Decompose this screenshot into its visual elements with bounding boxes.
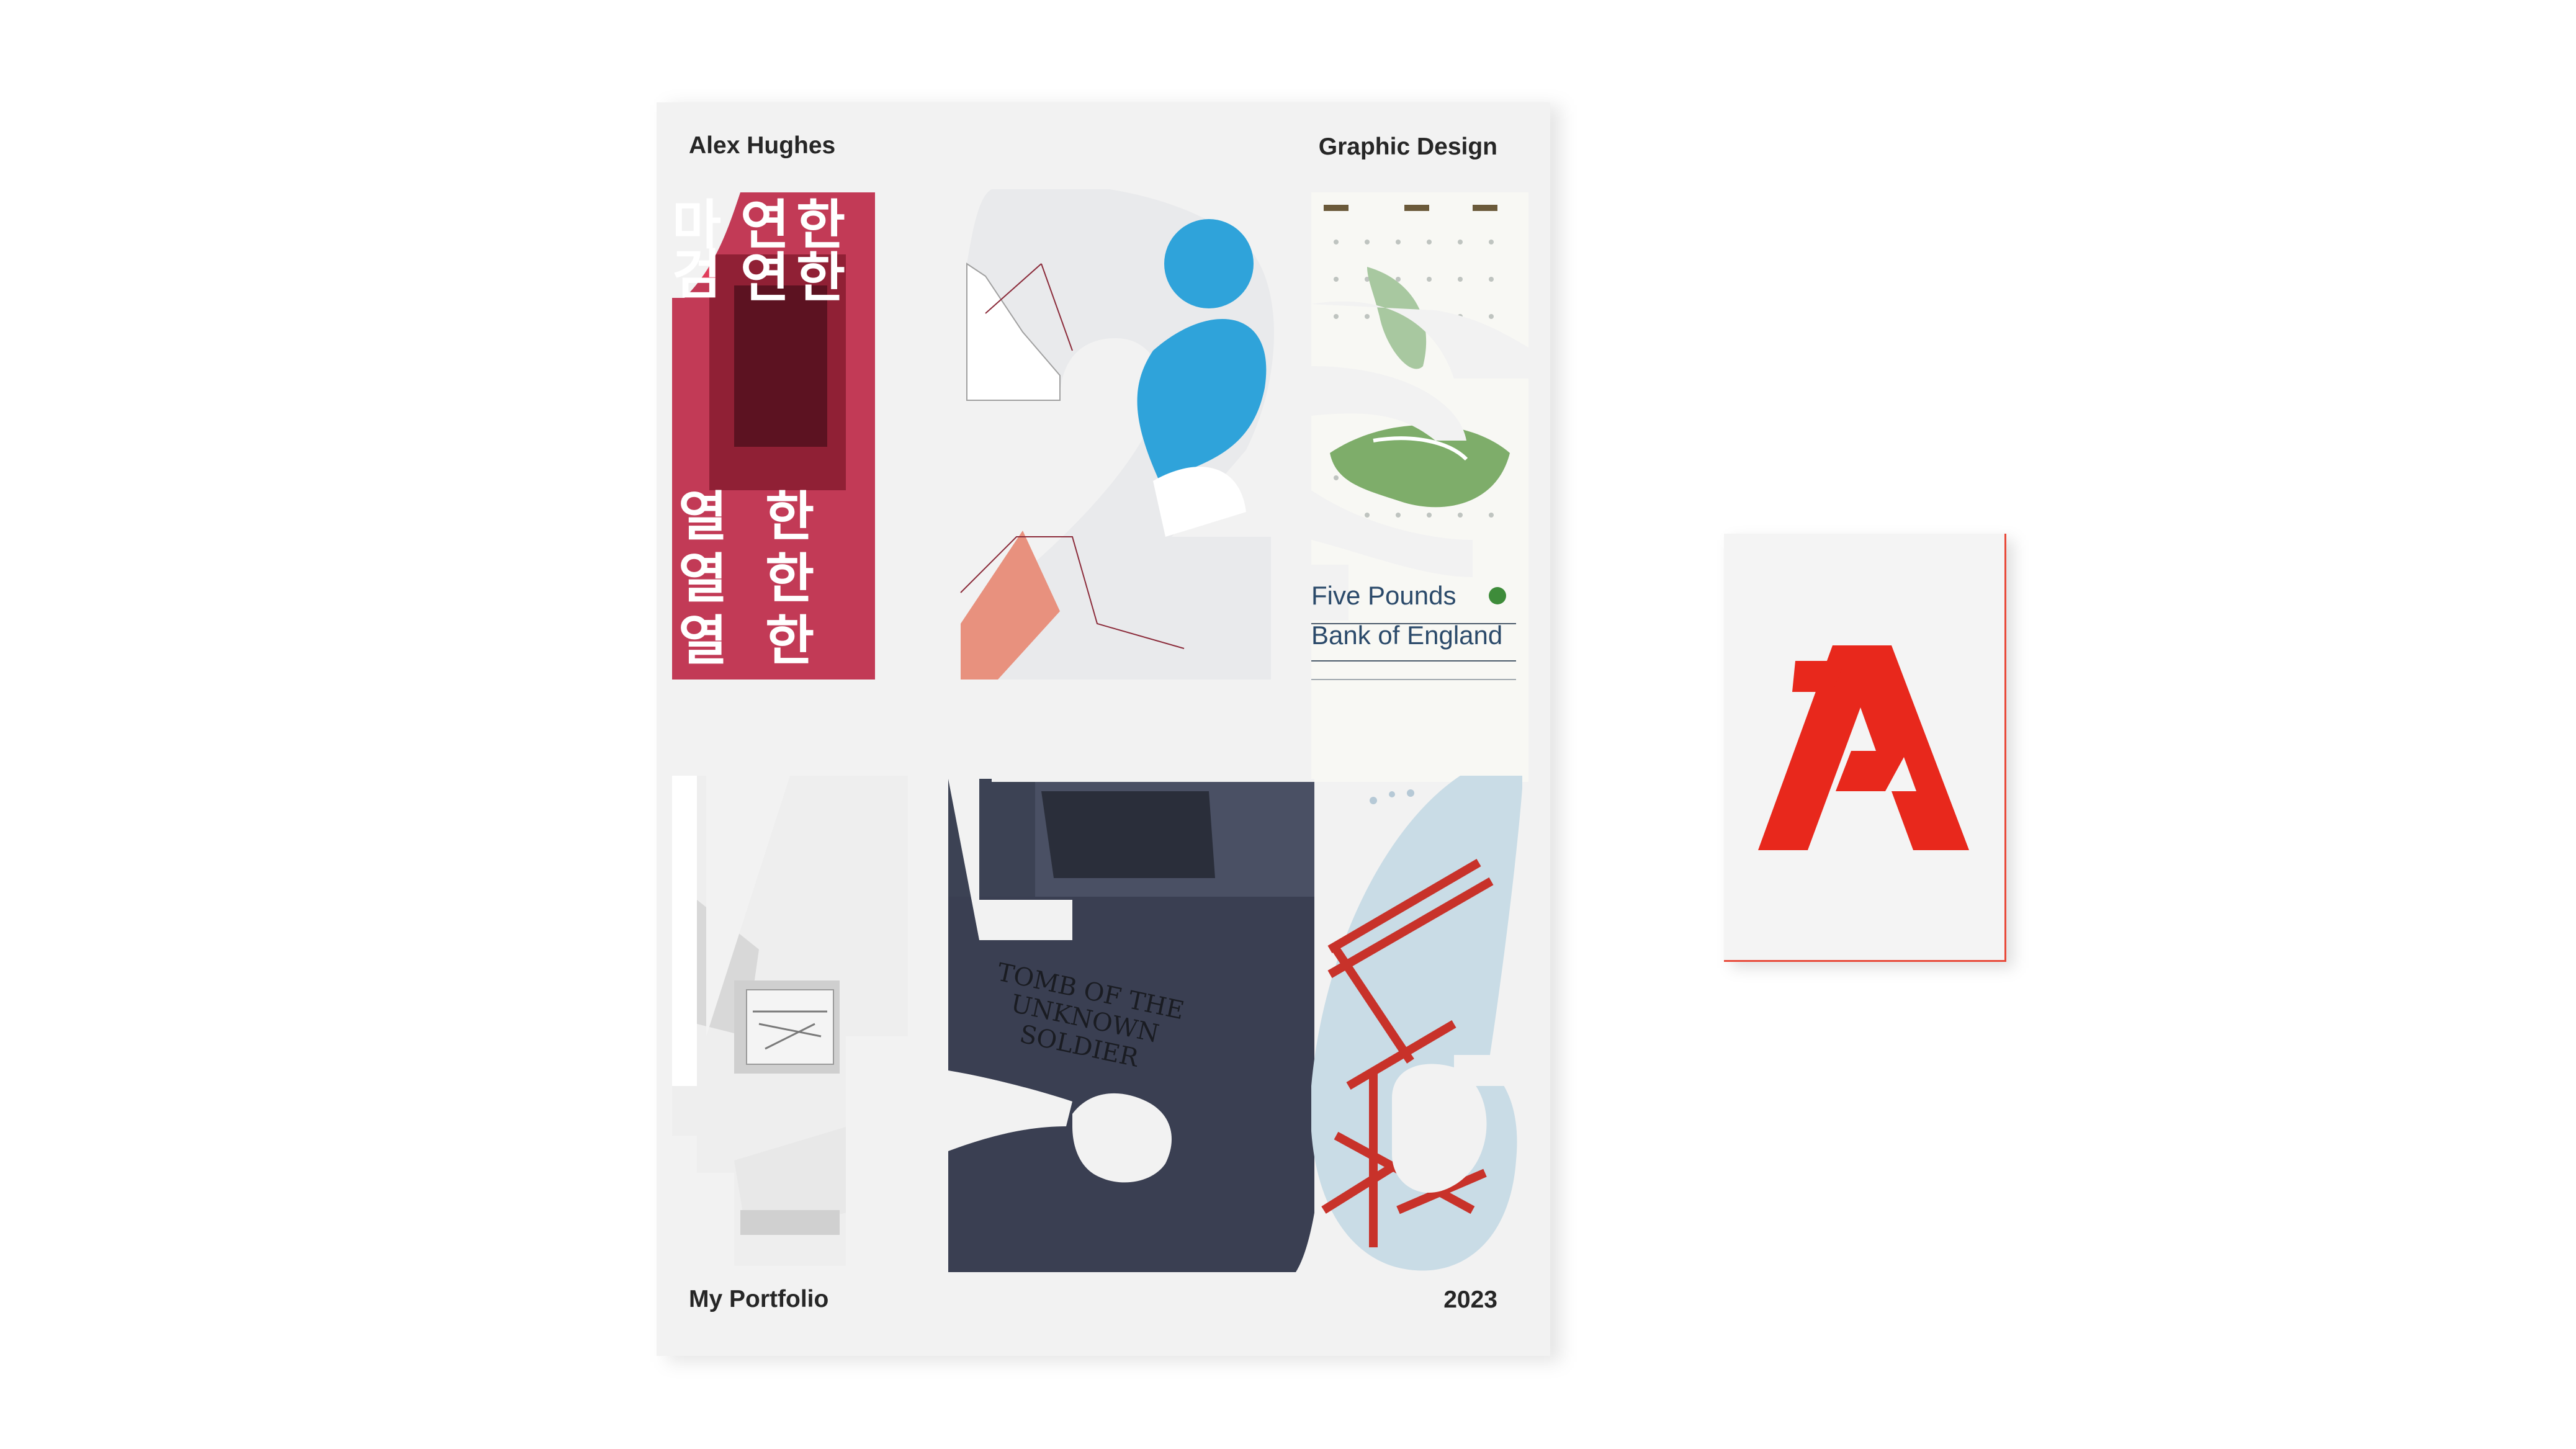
author-name: Alex Hughes <box>689 132 836 159</box>
note-bank-of-england: Bank of England <box>1311 621 1503 650</box>
cutout-window-3: Five Pounds Bank of England <box>1311 192 1528 782</box>
cutout-window-2 <box>948 189 1283 680</box>
korean-row-2a: 열 <box>678 548 728 610</box>
cutout-window-1: 마 검 연 한 연 한 열 한 열 한 열 한 <box>672 192 875 680</box>
card-logo-a: A <box>1758 645 1969 850</box>
korean-row-3b: 한 <box>765 610 815 672</box>
korean-row-1b: 한 <box>765 486 815 548</box>
window-2-art <box>948 189 1283 680</box>
cutout-window-5: TOMB OF THE UNKNOWN SOLDIER <box>948 779 1314 1272</box>
discipline-label: Graphic Design <box>1318 133 1497 160</box>
korean-top-2: 한 <box>796 194 846 256</box>
portfolio-booklet: 마 검 연 한 연 한 열 한 열 한 열 한 Five Pounds Bank… <box>657 102 1550 1356</box>
korean-edge-2: 검 <box>672 244 722 306</box>
portfolio-year: 2023 <box>1443 1286 1497 1313</box>
korean-row-2b: 한 <box>765 548 815 610</box>
korean-row-1a: 열 <box>678 486 728 548</box>
scene: 마 검 연 한 연 한 열 한 열 한 열 한 Five Pounds Bank… <box>0 0 2576 1449</box>
business-card: A <box>1724 534 2006 962</box>
note-five-pounds: Five Pounds <box>1311 581 1456 610</box>
window-3-art <box>1311 192 1528 782</box>
portfolio-title: My Portfolio <box>689 1286 829 1312</box>
korean-row-3a: 열 <box>678 610 728 672</box>
korean-top-1: 연 <box>740 194 790 256</box>
window-4-art <box>672 776 908 1266</box>
cutout-window-4 <box>672 776 908 1266</box>
cutout-window-6 <box>1311 776 1522 1291</box>
window-6-art <box>1311 776 1522 1271</box>
korean-top-3: 연 <box>740 247 790 309</box>
korean-top-4: 한 <box>796 247 846 309</box>
